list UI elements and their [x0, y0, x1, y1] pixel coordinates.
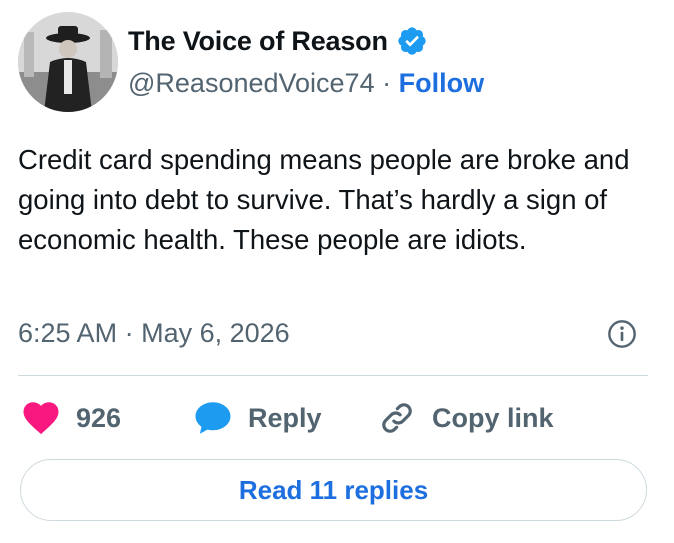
- timestamp[interactable]: 6:25 AM · May 6, 2026: [18, 316, 290, 350]
- tweet-time: 6:25 AM: [18, 318, 118, 348]
- speech-bubble-icon: [195, 402, 231, 434]
- tweet-date: May 6, 2026: [141, 318, 290, 348]
- avatar[interactable]: [18, 12, 118, 112]
- timestamp-separator: ·: [124, 318, 134, 348]
- handle[interactable]: @ReasonedVoice74: [128, 68, 375, 98]
- copy-link-button[interactable]: Copy link: [376, 396, 554, 440]
- copy-link-label: Copy link: [432, 402, 554, 433]
- avatar-image: [18, 12, 118, 112]
- tweet-card: The Voice of Reason @ReasonedVoice74 · F…: [0, 0, 674, 543]
- read-replies-button[interactable]: Read 11 replies: [20, 459, 647, 521]
- handle-separator: ·: [382, 68, 392, 98]
- like-button[interactable]: 926: [20, 396, 121, 440]
- link-icon: [382, 403, 412, 433]
- handle-row: @ReasonedVoice74 · Follow: [128, 66, 484, 100]
- info-icon[interactable]: [606, 318, 638, 350]
- follow-button[interactable]: Follow: [399, 68, 484, 98]
- display-name[interactable]: The Voice of Reason: [128, 24, 388, 58]
- reply-label: Reply: [248, 402, 322, 433]
- tweet-text: Credit card spending means people are br…: [18, 144, 630, 255]
- divider: [18, 375, 648, 376]
- like-count: 926: [76, 402, 122, 433]
- reply-button[interactable]: Reply: [192, 396, 322, 440]
- display-name-row: The Voice of Reason: [128, 24, 428, 58]
- heart-icon: [23, 402, 59, 435]
- verified-badge-icon: [398, 27, 426, 55]
